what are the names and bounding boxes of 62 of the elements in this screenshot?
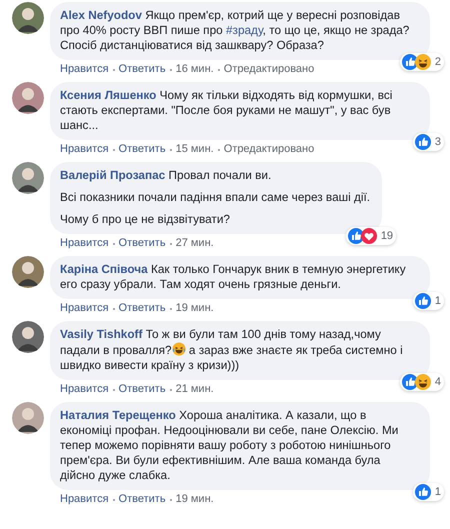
reactions-badge[interactable]: 2 bbox=[400, 53, 444, 71]
reaction-count: 19 bbox=[380, 228, 394, 244]
like-link[interactable]: Нравится bbox=[60, 383, 109, 396]
author-name[interactable]: Каріна Співоча bbox=[60, 262, 148, 276]
reactions-badge[interactable]: 19 bbox=[346, 227, 396, 245]
avatar bbox=[12, 402, 44, 434]
edited-label: Отредактировано bbox=[224, 63, 314, 76]
like-icon bbox=[414, 484, 431, 500]
reply-link[interactable]: Ответить bbox=[118, 63, 166, 76]
like-link[interactable]: Нравится bbox=[60, 237, 109, 250]
like-icon bbox=[414, 293, 431, 309]
reactions-badge[interactable]: 1 bbox=[412, 483, 444, 501]
reaction-count: 1 bbox=[434, 484, 441, 500]
reply-link[interactable]: Ответить bbox=[118, 302, 166, 315]
avatar bbox=[12, 82, 44, 114]
avatar bbox=[12, 2, 44, 34]
timestamp[interactable]: 15 мин. bbox=[176, 143, 214, 156]
comment-text: Всі показники почали падіння впали саме через ваші дії. bbox=[60, 190, 370, 205]
like-icon bbox=[402, 54, 418, 70]
like-icon bbox=[348, 228, 364, 244]
reply-link[interactable]: Ответить bbox=[118, 237, 166, 250]
comment-text: Vasily Tishkoff То ж ви були там 100 днів тому назад,чому падали в провалля? а зараз вже знаєте як треба системно і швидко вивести країну з кризи))) bbox=[60, 327, 404, 373]
reaction-count: 2 bbox=[434, 54, 441, 70]
like-link[interactable]: Нравится bbox=[60, 493, 109, 506]
reactions-badge[interactable]: 4 bbox=[400, 373, 444, 391]
comment-text: Чому б про це не відзвітувати? bbox=[60, 212, 231, 227]
comment-text: Alex Nefyodov Якщо прем'єр, котрий ще у вересні розповідав про 40% росту ВВП пише про #зраду, то що це, якщо не зрада? Спосіб дистанціюватися від зашквару? Образа? bbox=[60, 8, 410, 53]
author-name[interactable]: Валерій Прозапас bbox=[60, 168, 166, 182]
avatar bbox=[12, 256, 44, 288]
reaction-count: 4 bbox=[434, 374, 441, 390]
like-icon bbox=[402, 374, 418, 390]
reaction-count: 3 bbox=[434, 134, 441, 150]
timestamp[interactable]: 19 мин. bbox=[176, 493, 214, 506]
reaction-count: 1 bbox=[434, 294, 441, 308]
laughing-emoji-icon bbox=[172, 342, 186, 356]
timestamp[interactable]: 19 мин. bbox=[176, 302, 214, 315]
timestamp[interactable]: 16 мин. bbox=[176, 63, 214, 76]
comment-text: Наталия Терещенко Хороша аналітика. А казали, що в економіці профан. Недооцінювали ви себе, пане Олексію. Ми тепер можемо порівняти вашу роботу з роботою нинішнього прем'єра. Ви були ефективнішим. Але ваша команда була дійсно дуже слабка. bbox=[60, 408, 400, 483]
author-name[interactable]: Vasily Tishkoff bbox=[60, 327, 142, 341]
like-link[interactable]: Нравится bbox=[60, 63, 109, 76]
timestamp[interactable]: 27 мин. bbox=[176, 237, 214, 250]
author-name[interactable]: Ксения Ляшенко bbox=[60, 88, 156, 102]
reactions-badge[interactable]: 1 bbox=[412, 292, 444, 310]
edited-label: Отредактировано bbox=[224, 143, 314, 156]
timestamp[interactable]: 21 мин. bbox=[176, 383, 214, 396]
hashtag-link[interactable]: #зраду bbox=[226, 23, 263, 37]
laughing-face-icon bbox=[414, 374, 431, 390]
author-name[interactable]: Alex Nefyodov bbox=[60, 8, 142, 22]
avatar bbox=[12, 162, 44, 194]
comment-text: Каріна Співоча Как только Гончарук вник в темную энергетику его сразу убрали. Там ходят очень грязные деньги. bbox=[60, 262, 407, 292]
like-link[interactable]: Нравится bbox=[60, 302, 109, 315]
comment-text: Ксения Ляшенко Чому як тільки відходять від кормушки, всі стають експертами. "После боя руками не машут", у вас був шанс... bbox=[60, 88, 394, 133]
comment-text: Валерій Прозапас Провал почали ви. bbox=[60, 168, 272, 183]
laughing-face-icon bbox=[414, 54, 431, 70]
avatar bbox=[12, 321, 44, 353]
reply-link[interactable]: Ответить bbox=[118, 143, 166, 156]
reactions-badge[interactable]: 3 bbox=[412, 133, 444, 151]
author-name[interactable]: Наталия Терещенко bbox=[60, 408, 176, 422]
like-link[interactable]: Нравится bbox=[60, 143, 109, 156]
reply-link[interactable]: Ответить bbox=[118, 383, 166, 396]
like-icon bbox=[414, 134, 431, 150]
reply-link[interactable]: Ответить bbox=[118, 493, 166, 506]
